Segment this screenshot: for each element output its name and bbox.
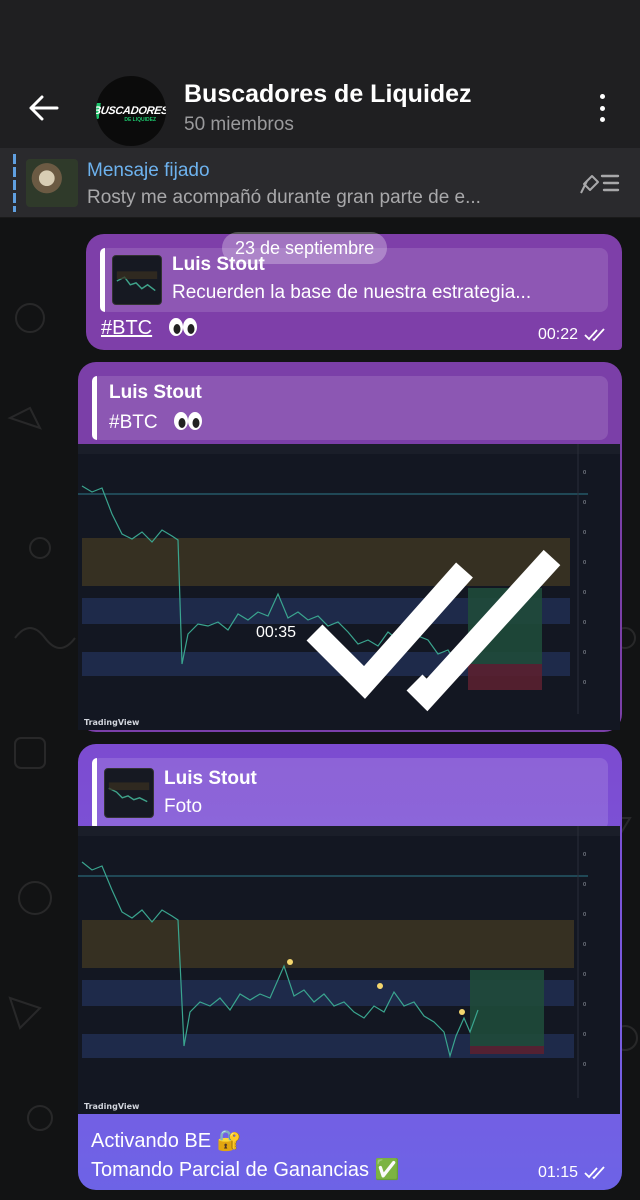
pinned-title: Mensaje fijado bbox=[87, 160, 210, 181]
chart-screenshot-image[interactable]: 0 0 0 0 0 0 0 0 TradingView bbox=[78, 826, 620, 1114]
chat-title[interactable]: Buscadores de Liquidez bbox=[184, 80, 472, 109]
reply-text: Foto bbox=[164, 796, 203, 817]
member-count: 50 miembros bbox=[184, 114, 294, 135]
reply-preview[interactable]: Luis Stout Foto bbox=[92, 758, 608, 830]
date-separator: 23 de septiembre bbox=[222, 232, 388, 264]
avatar-logo-subtext: DE LIQUIDEZ bbox=[124, 117, 156, 123]
pinned-thumbnail bbox=[26, 159, 78, 207]
message-time: 00:35 bbox=[255, 623, 296, 641]
double-check-icon bbox=[306, 549, 561, 712]
svg-text:0: 0 bbox=[583, 1002, 586, 1008]
message-text-line: Activando BE 🔐 bbox=[91, 1130, 242, 1152]
svg-text:0: 0 bbox=[583, 852, 586, 858]
message-text-line: Tomando Parcial de Ganancias ✅ bbox=[91, 1159, 400, 1181]
reply-text-label: #BTC bbox=[109, 412, 158, 433]
more-options-icon[interactable] bbox=[588, 92, 616, 124]
tradingview-footer: TradingView bbox=[84, 1102, 140, 1111]
pinned-text: Rosty me acompañó durante gran parte de … bbox=[87, 187, 481, 208]
reply-thumbnail bbox=[104, 768, 154, 818]
message-text: #BTC bbox=[101, 316, 198, 340]
svg-text:0: 0 bbox=[583, 470, 586, 476]
pinned-message-bar[interactable]: Mensaje fijado Rosty me acompañó durante… bbox=[0, 148, 640, 218]
svg-text:0: 0 bbox=[583, 942, 586, 948]
svg-text:0: 0 bbox=[583, 1062, 586, 1068]
reply-text: Recuerden la base de nuestra estrategia.… bbox=[172, 282, 532, 303]
double-check-icon bbox=[584, 1166, 605, 1180]
message-meta: 01:15 bbox=[538, 1164, 608, 1182]
svg-text:0: 0 bbox=[583, 972, 586, 978]
group-avatar[interactable]: BUSCADORES DE LIQUIDEZ bbox=[96, 76, 166, 146]
message-time: 01:15 bbox=[537, 1164, 578, 1181]
svg-text:0: 0 bbox=[583, 500, 586, 506]
reply-thumbnail bbox=[112, 255, 162, 305]
message-meta: 00:22 bbox=[538, 326, 608, 344]
svg-text:0: 0 bbox=[583, 882, 586, 888]
eyes-emoji-icon bbox=[168, 318, 197, 336]
pinned-indicator bbox=[13, 154, 16, 212]
eyes-emoji-icon bbox=[173, 412, 202, 430]
app-bar: BUSCADORES DE LIQUIDEZ Buscadores de Liq… bbox=[0, 0, 640, 148]
chart-screenshot-image[interactable]: 000 000 00 TradingView 00:35 bbox=[78, 444, 620, 730]
message-time: 00:22 bbox=[537, 326, 578, 343]
back-arrow-icon[interactable] bbox=[22, 86, 66, 130]
reply-author: Luis Stout bbox=[109, 382, 202, 403]
reply-author: Luis Stout bbox=[164, 768, 257, 789]
message-meta: 00:35 bbox=[256, 545, 602, 720]
pinned-list-icon[interactable] bbox=[578, 170, 622, 196]
hashtag-link[interactable]: #BTC bbox=[101, 317, 152, 339]
reply-text: #BTC bbox=[109, 410, 203, 434]
svg-text:0: 0 bbox=[583, 530, 586, 536]
reply-preview[interactable]: Luis Stout #BTC bbox=[92, 376, 608, 440]
svg-text:0: 0 bbox=[583, 912, 586, 918]
tradingview-footer: TradingView bbox=[84, 718, 140, 727]
svg-text:0: 0 bbox=[583, 1032, 586, 1038]
double-check-icon bbox=[584, 328, 605, 342]
